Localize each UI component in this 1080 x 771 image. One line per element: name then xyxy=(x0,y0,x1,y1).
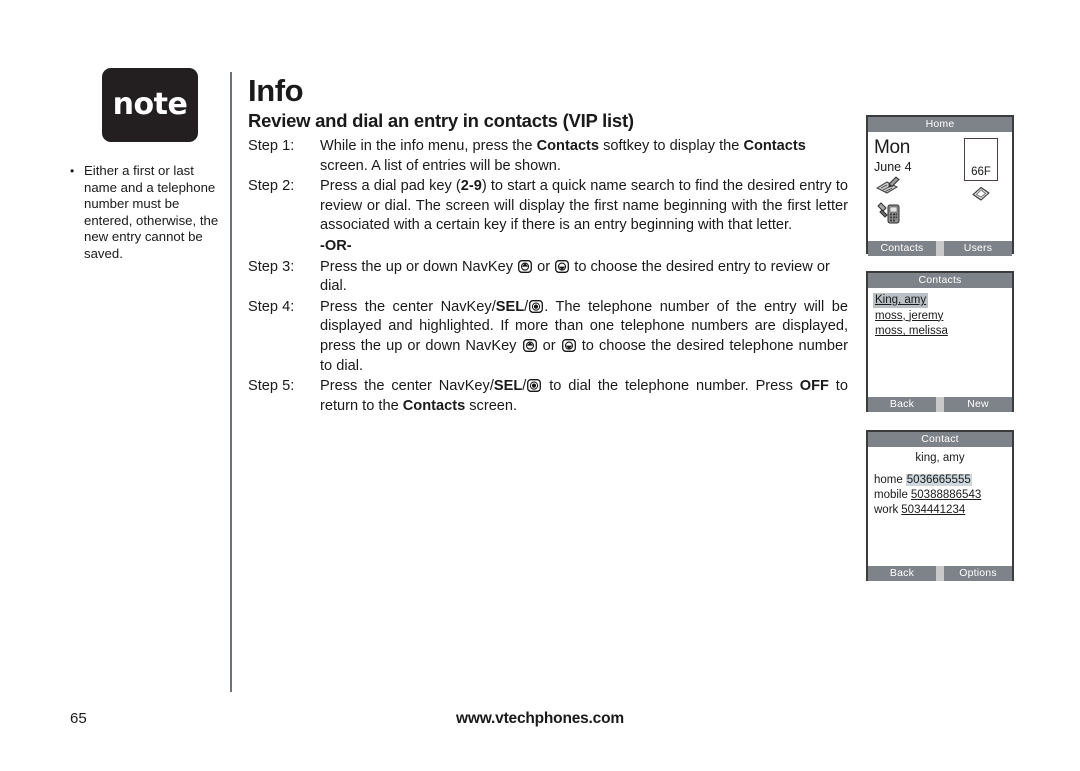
phone-screen-contacts: Contacts King, amy moss, jeremy moss, meli… xyxy=(866,271,1014,412)
softkey-gap xyxy=(936,241,944,256)
or-separator-row: -OR- xyxy=(248,237,848,257)
diamond-icon xyxy=(972,186,990,202)
step-label: Step 3: xyxy=(248,258,295,275)
step-label: Step 1: xyxy=(248,138,295,154)
contact-number-value: 50388886543 xyxy=(910,489,982,501)
contact-list-item-selected-label: King, amy xyxy=(873,293,929,308)
contact-number-value-highlighted: 5036665555 xyxy=(905,474,972,486)
bullet-dot-icon: • xyxy=(70,164,75,178)
note-badge-label: note xyxy=(112,87,188,122)
or-spacer xyxy=(248,237,320,257)
page-title: Info xyxy=(248,73,304,108)
phone-screen-contact-detail: Contact king, amy home 5036665555 mobile 50… xyxy=(866,430,1014,581)
note-badge: note xyxy=(102,68,198,142)
temperature-value: 66F xyxy=(971,166,991,178)
step-row: Step 5: Press the center NavKey/SEL/ to d… xyxy=(248,377,848,416)
softkey-bar-home: Contacts Users xyxy=(868,241,1012,256)
contact-number-row[interactable]: home 5036665555 xyxy=(874,473,1006,488)
temperature-box: 66F xyxy=(964,138,998,181)
contact-number-row[interactable]: mobile 50388886543 xyxy=(874,488,1006,503)
step-label: Step 5: xyxy=(248,378,295,395)
note-bullet-text: Either a first or last name and a teleph… xyxy=(84,163,219,261)
vertical-divider xyxy=(230,72,232,692)
handset-tool-icon xyxy=(876,202,1006,229)
step-text: While in the info menu, press the Contac… xyxy=(320,138,806,174)
screen-title-contacts: Contacts xyxy=(868,273,1012,288)
section-heading: Review and dial an entry in contacts (VI… xyxy=(248,110,634,131)
step-row: Step 3: Press the up or down NavKey or to… xyxy=(248,258,848,297)
contact-number-label: mobile xyxy=(874,489,908,501)
navkey-down-icon xyxy=(555,259,570,273)
softkey-back[interactable]: Back xyxy=(868,397,936,412)
step-label: Step 4: xyxy=(248,298,295,315)
step-text: Press the center NavKey/SEL/. The teleph… xyxy=(320,298,848,374)
contact-list-item-label: moss, jeremy xyxy=(875,309,944,322)
step-text: Press a dial pad key (2-9) to start a qu… xyxy=(320,178,848,234)
steps-container: Step 1: While in the info menu, press the… xyxy=(248,137,848,416)
navkey-up-icon xyxy=(522,338,537,352)
contact-list-item[interactable]: King, amy xyxy=(873,292,1008,308)
screen-body-contacts: King, amy moss, jeremy moss, melissa xyxy=(868,288,1012,397)
softkey-contacts[interactable]: Contacts xyxy=(868,241,936,256)
contact-list-item[interactable]: moss, melissa xyxy=(873,323,1008,339)
softkey-gap xyxy=(936,397,944,412)
contact-number-value: 5034441234 xyxy=(901,504,966,516)
navkey-down-icon xyxy=(561,338,576,352)
softkey-bar-contact: Back Options xyxy=(868,566,1012,581)
contact-number-label: work xyxy=(874,504,899,516)
contact-numbers-list: home 5036665555 mobile 50388886543 work 50344… xyxy=(874,473,1006,518)
screen-title-contact: Contact xyxy=(868,432,1012,447)
navkey-up-icon xyxy=(518,259,533,273)
contact-list-item-label: moss, melissa xyxy=(875,325,948,337)
or-separator-label: -OR- xyxy=(320,237,352,254)
softkey-users[interactable]: Users xyxy=(944,241,1012,256)
footer-url: www.vtechphones.com xyxy=(456,710,624,727)
phone-screen-home: Home Mon June 4 66F Contacts Users xyxy=(866,115,1014,256)
contact-detail-name: king, amy xyxy=(915,452,965,464)
note-bullet-list: • Either a first or last name and a tele… xyxy=(70,163,230,263)
screen-title-home: Home xyxy=(868,117,1012,132)
contact-number-row[interactable]: work 5034441234 xyxy=(874,503,1006,518)
softkey-bar-contacts: Back New xyxy=(868,397,1012,412)
main-content: Info Review and dial an entry in contact… xyxy=(248,74,848,417)
step-row: Step 4: Press the center NavKey/SEL/. The… xyxy=(248,298,848,376)
contact-list-item[interactable]: moss, jeremy xyxy=(873,308,1008,324)
screen-body-home: Mon June 4 66F xyxy=(868,132,1012,241)
note-bullet-item: • Either a first or last name and a tele… xyxy=(70,163,230,263)
softkey-back[interactable]: Back xyxy=(868,566,936,581)
contact-number-label: home xyxy=(874,474,903,486)
step-label: Step 2: xyxy=(248,178,295,195)
softkey-new[interactable]: New xyxy=(944,397,1012,412)
softkey-options[interactable]: Options xyxy=(944,566,1012,581)
contacts-list: King, amy moss, jeremy moss, melissa xyxy=(873,292,1008,339)
step-row: Step 2: Press a dial pad key (2-9) to sta… xyxy=(248,177,848,236)
step-text: Press the up or down NavKey or to choose… xyxy=(320,258,830,295)
navkey-select-icon xyxy=(529,299,544,313)
step-row: Step 1: While in the info menu, press the… xyxy=(248,137,848,176)
navkey-select-icon xyxy=(527,379,542,393)
step-text: Press the center NavKey/SEL/ to dial the… xyxy=(320,378,848,414)
screen-body-contact: king, amy home 5036665555 mobile 5038888654… xyxy=(868,447,1012,566)
softkey-gap xyxy=(936,566,944,581)
